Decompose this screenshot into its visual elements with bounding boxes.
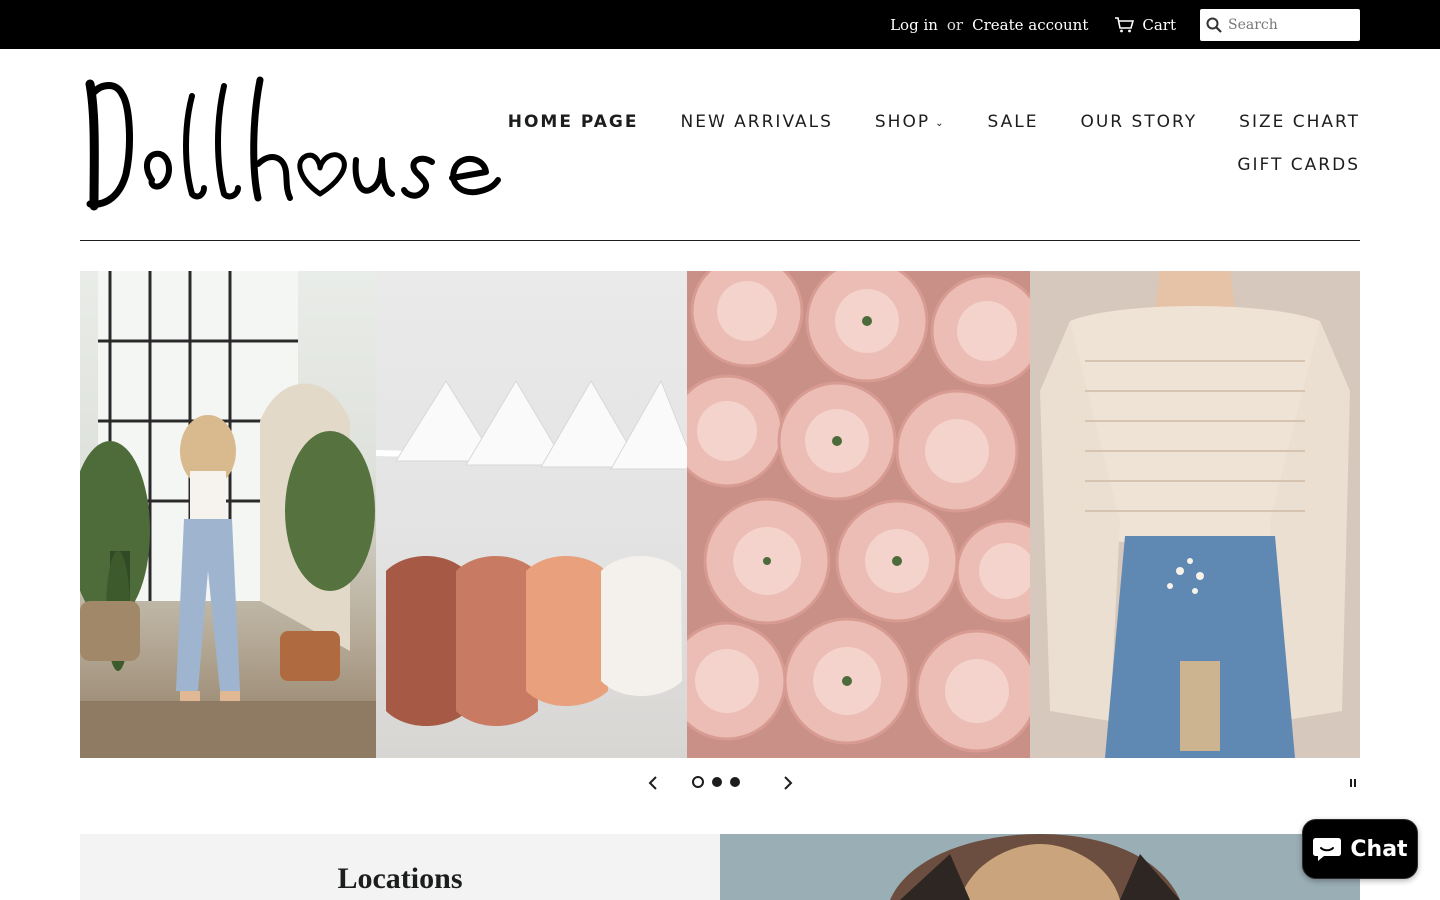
- chevron-left-icon: [648, 776, 657, 790]
- nav-item-shop-label: SHOP: [874, 111, 931, 132]
- header-divider: [80, 240, 1360, 241]
- nav-item-our-story[interactable]: OUR STORY: [1080, 112, 1197, 132]
- hero-image-woman-window: [80, 271, 376, 758]
- search-box: [1200, 9, 1360, 41]
- main-nav: HOME PAGE NEW ARRIVALS SHOP ⌄ SALE OUR S…: [500, 100, 1360, 186]
- slide-dot-1[interactable]: [692, 776, 704, 788]
- nav-item-size-chart[interactable]: SIZE CHART: [1239, 112, 1360, 132]
- chat-bubble-icon: [1313, 838, 1342, 861]
- nav-row-2: GIFT CARDS: [500, 143, 1360, 186]
- locations-section: Locations: [80, 834, 720, 900]
- login-link[interactable]: Log in: [890, 16, 938, 34]
- hero-slideshow[interactable]: [80, 271, 1360, 758]
- cart-icon: [1115, 16, 1135, 32]
- create-account-link[interactable]: Create account: [972, 16, 1088, 34]
- cart-link[interactable]: Cart: [1114, 16, 1176, 34]
- hero-image-lace-bralettes: [376, 271, 687, 758]
- previous-slide-button[interactable]: [642, 770, 664, 796]
- site-logo[interactable]: [80, 76, 510, 212]
- slide-dot-3[interactable]: [730, 777, 740, 787]
- hero-image-pink-flowers: [687, 271, 1030, 758]
- nav-item-new-arrivals[interactable]: NEW ARRIVALS: [681, 112, 833, 132]
- chevron-right-icon: [784, 776, 793, 790]
- chevron-down-icon: ⌄: [935, 117, 946, 129]
- cart-label: Cart: [1142, 15, 1176, 34]
- nav-item-shop[interactable]: SHOP ⌄: [875, 112, 946, 132]
- chat-label: Chat: [1350, 836, 1408, 862]
- pause-icon: [1350, 779, 1356, 787]
- nav-item-gift-cards[interactable]: GIFT CARDS: [1237, 155, 1360, 175]
- slideshow-controls: [0, 770, 1440, 798]
- pause-slideshow-button[interactable]: [1344, 770, 1362, 796]
- top-bar: Log in or Create account Cart: [0, 0, 1440, 49]
- search-icon[interactable]: [1200, 17, 1228, 33]
- chat-button[interactable]: Chat: [1302, 819, 1418, 879]
- nav-row-1: HOME PAGE NEW ARRIVALS SHOP ⌄ SALE OUR S…: [500, 100, 1360, 143]
- nav-item-sale[interactable]: SALE: [987, 112, 1038, 132]
- hero-image-knit-sweater: [1030, 271, 1360, 758]
- next-slide-button[interactable]: [777, 770, 799, 796]
- slide-dot-2[interactable]: [712, 777, 722, 787]
- promo-image: [720, 834, 1360, 900]
- or-text: or: [946, 15, 964, 34]
- nav-item-home-page[interactable]: HOME PAGE: [508, 112, 639, 132]
- locations-heading: Locations: [337, 862, 463, 895]
- slide-dots: [692, 776, 748, 788]
- account-links: Log in or Create account Cart: [890, 0, 1176, 49]
- search-input[interactable]: [1228, 17, 1352, 33]
